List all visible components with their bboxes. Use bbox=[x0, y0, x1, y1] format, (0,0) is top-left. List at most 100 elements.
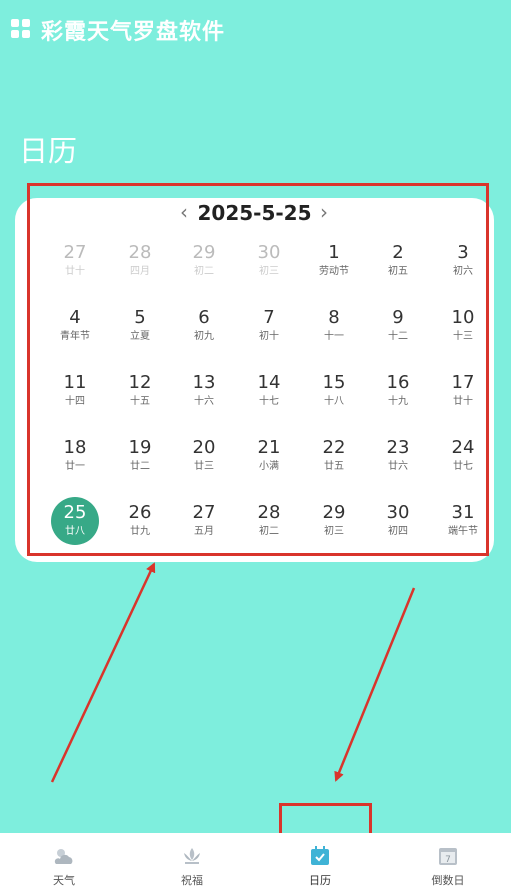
calendar-day-cell[interactable]: 1 劳动节 bbox=[303, 237, 365, 287]
tab-weather[interactable]: 天气 bbox=[0, 833, 128, 895]
day-number: 7 bbox=[263, 307, 275, 328]
day-number: 18 bbox=[63, 437, 87, 458]
calendar-day-cell[interactable]: 26 廿九 bbox=[109, 497, 171, 547]
day-number: 23 bbox=[386, 437, 410, 458]
lunar-label: 十四 bbox=[65, 396, 85, 407]
tab-calendar-check[interactable]: 日历 bbox=[256, 833, 384, 895]
calendar-day-cell[interactable]: 29 初三 bbox=[303, 497, 365, 547]
lunar-label: 十一 bbox=[324, 331, 344, 342]
calendar-day-cell[interactable]: 8 十一 bbox=[303, 302, 365, 352]
tab-label: 倒数日 bbox=[431, 874, 465, 887]
day-number: 19 bbox=[128, 437, 152, 458]
app-title: 彩霞天气罗盘软件 bbox=[41, 20, 226, 45]
countdown-calendar-icon: 7 bbox=[436, 844, 460, 868]
lunar-label: 初五 bbox=[388, 266, 408, 277]
tab-label: 祝福 bbox=[181, 874, 203, 887]
calendar-day-cell[interactable]: 27 廿十 bbox=[44, 237, 106, 287]
weather-icon bbox=[52, 844, 76, 868]
lunar-label: 廿十 bbox=[65, 266, 85, 277]
calendar-current-date: 2025-5-25 bbox=[197, 201, 312, 225]
calendar-day-cell[interactable]: 25 廿八 bbox=[44, 497, 106, 547]
lunar-label: 初六 bbox=[453, 266, 473, 277]
chevron-right-icon[interactable]: › bbox=[317, 202, 331, 222]
calendar-check-icon bbox=[308, 844, 332, 868]
calendar-day-cell[interactable]: 22 廿五 bbox=[303, 432, 365, 482]
day-number: 25 bbox=[63, 502, 87, 523]
day-number: 30 bbox=[386, 502, 410, 523]
day-number: 2 bbox=[392, 242, 404, 263]
page-title: 日历 bbox=[19, 134, 78, 168]
day-number: 4 bbox=[69, 307, 81, 328]
calendar-day-cell[interactable]: 29 初二 bbox=[173, 237, 235, 287]
lunar-label: 廿七 bbox=[453, 461, 473, 472]
calendar-week-row: 4 青年节 5 立夏 6 初九 7 初十 8 十一 9 十二 10 十三 bbox=[26, 302, 479, 367]
calendar-day-cell[interactable]: 13 十六 bbox=[173, 367, 235, 417]
calendar-day-cell[interactable]: 10 十三 bbox=[432, 302, 494, 352]
calendar-day-cell[interactable]: 31 端午节 bbox=[432, 497, 494, 547]
calendar-day-cell[interactable]: 28 四月 bbox=[109, 237, 171, 287]
tab-countdown-calendar[interactable]: 7 倒数日 bbox=[384, 833, 511, 895]
calendar-day-cell[interactable]: 19 廿二 bbox=[109, 432, 171, 482]
lunar-label: 四月 bbox=[130, 266, 150, 277]
lunar-label: 十三 bbox=[453, 331, 473, 342]
calendar-day-cell[interactable]: 28 初二 bbox=[238, 497, 300, 547]
calendar-day-cell[interactable]: 21 小满 bbox=[238, 432, 300, 482]
lunar-label: 初十 bbox=[259, 331, 279, 342]
app-header: 彩霞天气罗盘软件 bbox=[0, 0, 511, 60]
day-number: 14 bbox=[257, 372, 281, 393]
calendar-week-row: 25 廿八 26 廿九 27 五月 28 初二 29 初三 30 初四 31 端午节 bbox=[26, 497, 479, 562]
arrow-to-calendar bbox=[50, 562, 156, 783]
day-number: 9 bbox=[392, 307, 404, 328]
day-number: 16 bbox=[386, 372, 410, 393]
calendar-day-cell[interactable]: 27 五月 bbox=[173, 497, 235, 547]
day-number: 31 bbox=[451, 502, 475, 523]
lunar-label: 十二 bbox=[388, 331, 408, 342]
lunar-label: 廿十 bbox=[453, 396, 473, 407]
calendar-day-cell[interactable]: 9 十二 bbox=[367, 302, 429, 352]
lunar-label: 初二 bbox=[259, 526, 279, 537]
lunar-label: 十六 bbox=[194, 396, 214, 407]
calendar-day-cell[interactable]: 16 十九 bbox=[367, 367, 429, 417]
lunar-label: 廿三 bbox=[194, 461, 214, 472]
day-number: 24 bbox=[451, 437, 475, 458]
calendar-day-cell[interactable]: 14 十七 bbox=[238, 367, 300, 417]
tab-label: 天气 bbox=[53, 874, 75, 887]
day-number: 27 bbox=[63, 242, 87, 263]
day-number: 22 bbox=[322, 437, 346, 458]
app-grid-icon[interactable] bbox=[11, 19, 31, 39]
calendar-day-cell[interactable]: 20 廿三 bbox=[173, 432, 235, 482]
day-number: 29 bbox=[322, 502, 346, 523]
day-number: 30 bbox=[257, 242, 281, 263]
lunar-label: 十五 bbox=[130, 396, 150, 407]
day-number: 26 bbox=[128, 502, 152, 523]
lunar-label: 廿一 bbox=[65, 461, 85, 472]
day-number: 28 bbox=[128, 242, 152, 263]
tab-lotus[interactable]: 祝福 bbox=[128, 833, 256, 895]
bottom-navigation: 天气 祝福 日历 7 倒数日 bbox=[0, 833, 511, 895]
calendar-day-cell[interactable]: 23 廿六 bbox=[367, 432, 429, 482]
calendar-header: ‹ 2025-5-25 › bbox=[15, 198, 494, 228]
calendar-day-cell[interactable]: 24 廿七 bbox=[432, 432, 494, 482]
calendar-day-cell[interactable]: 3 初六 bbox=[432, 237, 494, 287]
calendar-day-cell[interactable]: 30 初四 bbox=[367, 497, 429, 547]
calendar-week-row: 27 廿十 28 四月 29 初二 30 初三 1 劳动节 2 初五 3 初六 bbox=[26, 237, 479, 302]
calendar-day-cell[interactable]: 17 廿十 bbox=[432, 367, 494, 417]
calendar-day-cell[interactable]: 2 初五 bbox=[367, 237, 429, 287]
calendar-day-cell[interactable]: 12 十五 bbox=[109, 367, 171, 417]
calendar-week-row: 18 廿一 19 廿二 20 廿三 21 小满 22 廿五 23 廿六 24 廿七 bbox=[26, 432, 479, 497]
svg-text:7: 7 bbox=[445, 855, 451, 865]
lunar-label: 廿二 bbox=[130, 461, 150, 472]
calendar-day-cell[interactable]: 30 初三 bbox=[238, 237, 300, 287]
calendar-day-cell[interactable]: 6 初九 bbox=[173, 302, 235, 352]
lunar-label: 廿六 bbox=[388, 461, 408, 472]
calendar-day-cell[interactable]: 11 十四 bbox=[44, 367, 106, 417]
calendar-day-cell[interactable]: 7 初十 bbox=[238, 302, 300, 352]
calendar-day-cell[interactable]: 15 十八 bbox=[303, 367, 365, 417]
calendar-grid: 27 廿十 28 四月 29 初二 30 初三 1 劳动节 2 初五 3 初六 4 青年节 5 立夏 6 初九 7 初十 8… bbox=[26, 237, 479, 562]
day-number: 11 bbox=[63, 372, 87, 393]
day-number: 10 bbox=[451, 307, 475, 328]
lunar-label: 初三 bbox=[259, 266, 279, 277]
calendar-day-cell[interactable]: 18 廿一 bbox=[44, 432, 106, 482]
calendar-day-cell[interactable]: 5 立夏 bbox=[109, 302, 171, 352]
calendar-day-cell[interactable]: 4 青年节 bbox=[44, 302, 106, 352]
